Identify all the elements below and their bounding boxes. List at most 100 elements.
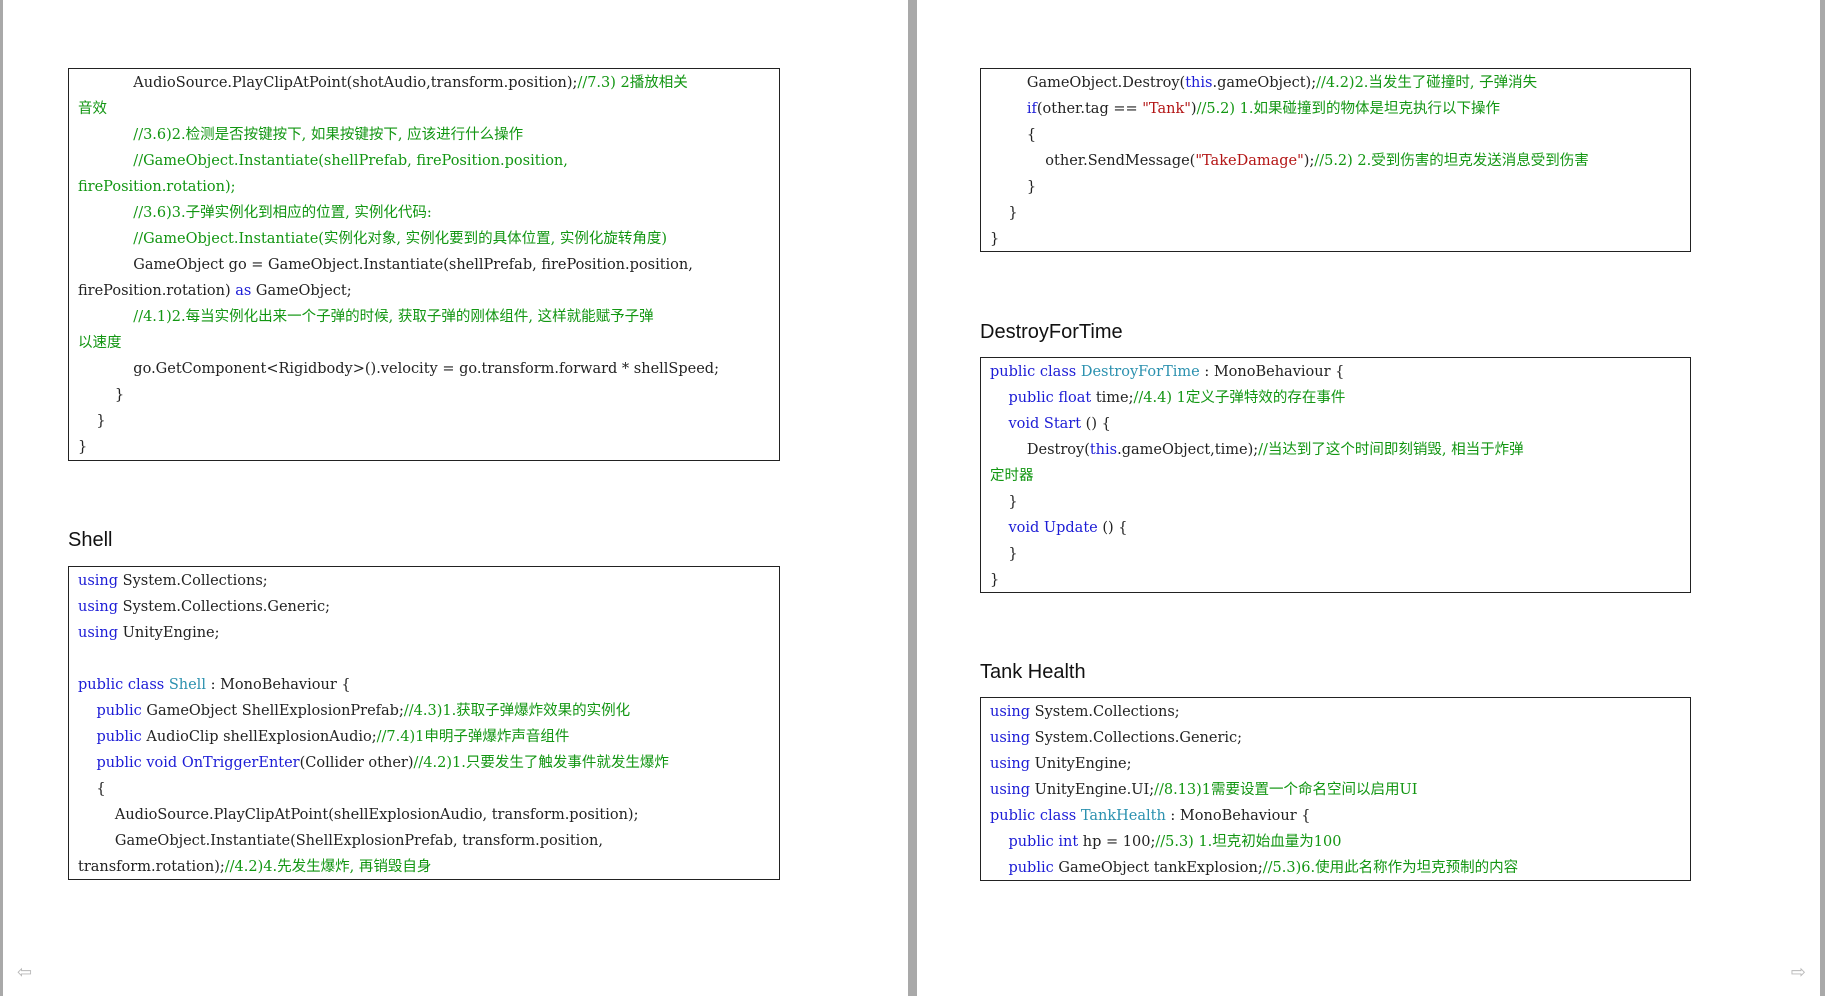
code-line: 音效: [78, 96, 773, 122]
code-token: Shell: [168, 677, 206, 693]
code-line: }: [990, 541, 1684, 567]
code-token: transform.rotation);: [78, 859, 225, 875]
code-token: public: [96, 703, 142, 719]
code-token: void: [146, 755, 178, 771]
code-token: UnityEngine.UI;: [1030, 782, 1155, 798]
code-line: Destroy(this.gameObject,time);//当达到了这个时间…: [990, 437, 1684, 463]
code-token: //4.1)2.每当实例化出来一个子弹的时候, 获取子弹的刚体组件, 这样就能赋…: [78, 309, 654, 325]
code-token: class: [1039, 808, 1077, 824]
code-line: }: [990, 174, 1684, 200]
code-line: public float time;//4.4) 1定义子弹特效的存在事件: [990, 385, 1684, 411]
code-token: time;: [1091, 390, 1134, 406]
code-token: }: [78, 439, 88, 455]
code-token: "Tank": [1142, 101, 1191, 117]
code-block: AudioSource.PlayClipAtPoint(shotAudio,tr…: [68, 68, 780, 461]
code-token: class: [1039, 364, 1077, 380]
code-token: GameObject.Instantiate(ShellExplosionPre…: [78, 833, 603, 849]
code-line: //4.1)2.每当实例化出来一个子弹的时候, 获取子弹的刚体组件, 这样就能赋…: [78, 304, 773, 330]
code-line: using UnityEngine;: [990, 751, 1684, 777]
code-line: using System.Collections;: [78, 568, 773, 594]
code-token: {: [990, 127, 1037, 143]
code-token: }: [990, 494, 1018, 510]
code-token: AudioSource.PlayClipAtPoint(shellExplosi…: [78, 807, 639, 823]
code-token: firePosition.rotation): [78, 283, 236, 299]
code-token: public: [1008, 390, 1054, 406]
code-token: : MonoBehaviour {: [205, 677, 351, 693]
code-line: go.GetComponent<Rigidbody>().velocity = …: [78, 356, 773, 382]
code-token: //4.2)1.只要发生了触发事件就发生爆炸: [413, 755, 669, 771]
code-token: System.Collections;: [1030, 704, 1180, 720]
code-token: //当达到了这个时间即刻销毁, 相当于炸弹: [1258, 442, 1524, 458]
code-block-shell: using System.Collections; using System.Co…: [68, 566, 780, 880]
code-line: GameObject.Instantiate(ShellExplosionPre…: [78, 828, 773, 854]
code-line: }: [990, 226, 1684, 251]
code-token: public: [990, 808, 1036, 824]
code-token: 以速度: [78, 335, 122, 351]
code-line: }: [78, 382, 773, 408]
code-token: 音效: [78, 101, 107, 117]
code-line: //3.6)3.子弹实例化到相应的位置, 实例化代码:: [78, 200, 773, 226]
code-token: //7.4)1申明子弹爆炸声音组件: [376, 729, 570, 745]
code-line: public GameObject ShellExplosionPrefab;/…: [78, 698, 773, 724]
code-line: public class DestroyForTime : MonoBehavi…: [990, 359, 1684, 385]
code-token: public: [1008, 834, 1054, 850]
code-token: (other.tag ==: [1036, 101, 1143, 117]
code-token: AudioClip shellExplosionAudio;: [141, 729, 377, 745]
code-line: if(other.tag == "Tank")//5.2) 1.如果碰撞到的物体…: [990, 96, 1684, 122]
code-line: public class TankHealth : MonoBehaviour …: [990, 803, 1684, 829]
document-page-right: GameObject.Destroy(this.gameObject);//4.…: [917, 0, 1820, 996]
code-line: using System.Collections;: [990, 699, 1684, 725]
code-token: System.Collections.Generic;: [1030, 730, 1243, 746]
code-line: firePosition.rotation);: [78, 174, 773, 200]
code-line: transform.rotation);//4.2)4.先发生爆炸, 再销毁自身: [78, 854, 773, 879]
code-token: GameObject;: [251, 283, 352, 299]
code-line: other.SendMessage("TakeDamage");//5.2) 2…: [990, 148, 1684, 174]
prev-page-arrow-icon[interactable]: ⇦: [17, 964, 32, 982]
next-page-arrow-icon[interactable]: ⇨: [1791, 964, 1806, 982]
code-token: using: [78, 625, 119, 641]
code-token: System.Collections.Generic;: [118, 599, 331, 615]
code-token: : MonoBehaviour {: [1199, 364, 1345, 380]
code-token: GameObject go = GameObject.Instantiate(s…: [78, 257, 693, 273]
code-token: //4.4) 1定义子弹特效的存在事件: [1133, 390, 1346, 406]
code-line: }: [990, 489, 1684, 515]
code-token: .gameObject);: [1212, 75, 1317, 91]
code-token: }: [990, 546, 1018, 562]
code-line: GameObject.Destroy(this.gameObject);//4.…: [990, 70, 1684, 96]
code-token: void: [1008, 416, 1040, 432]
code-line: public AudioClip shellExplosionAudio;//7…: [78, 724, 773, 750]
code-token: //4.2)2.当发生了碰撞时, 子弹消失: [1316, 75, 1538, 91]
code-token: public: [990, 364, 1036, 380]
code-token: () {: [1097, 520, 1128, 536]
code-token: float: [1058, 390, 1092, 406]
section-heading-tankhealth: Tank Health: [980, 661, 1086, 683]
code-token: go.GetComponent<Rigidbody>().velocity = …: [78, 361, 719, 377]
code-token: class: [127, 677, 165, 693]
code-line: {: [78, 776, 773, 802]
code-token: other.SendMessage(: [990, 153, 1196, 169]
code-line: }: [78, 408, 773, 434]
code-token: AudioSource.PlayClipAtPoint(shotAudio,tr…: [78, 75, 578, 91]
code-line: }: [990, 567, 1684, 592]
code-token: int: [1058, 834, 1079, 850]
code-token: Start: [1043, 416, 1082, 432]
code-token: this: [1185, 75, 1213, 91]
code-token: }: [990, 179, 1037, 195]
code-line: public GameObject tankExplosion;//5.3)6.…: [990, 855, 1684, 880]
code-line: using UnityEngine;: [78, 620, 773, 646]
code-line: using System.Collections.Generic;: [990, 725, 1684, 751]
code-token: UnityEngine;: [1030, 756, 1132, 772]
code-token: : MonoBehaviour {: [1165, 808, 1311, 824]
code-token: }: [78, 387, 125, 403]
code-token: .gameObject,time);: [1117, 442, 1259, 458]
code-line: //GameObject.Instantiate(实例化对象, 实例化要到的具体…: [78, 226, 773, 252]
code-token: hp = 100;: [1078, 834, 1156, 850]
code-token: public: [1008, 860, 1054, 876]
